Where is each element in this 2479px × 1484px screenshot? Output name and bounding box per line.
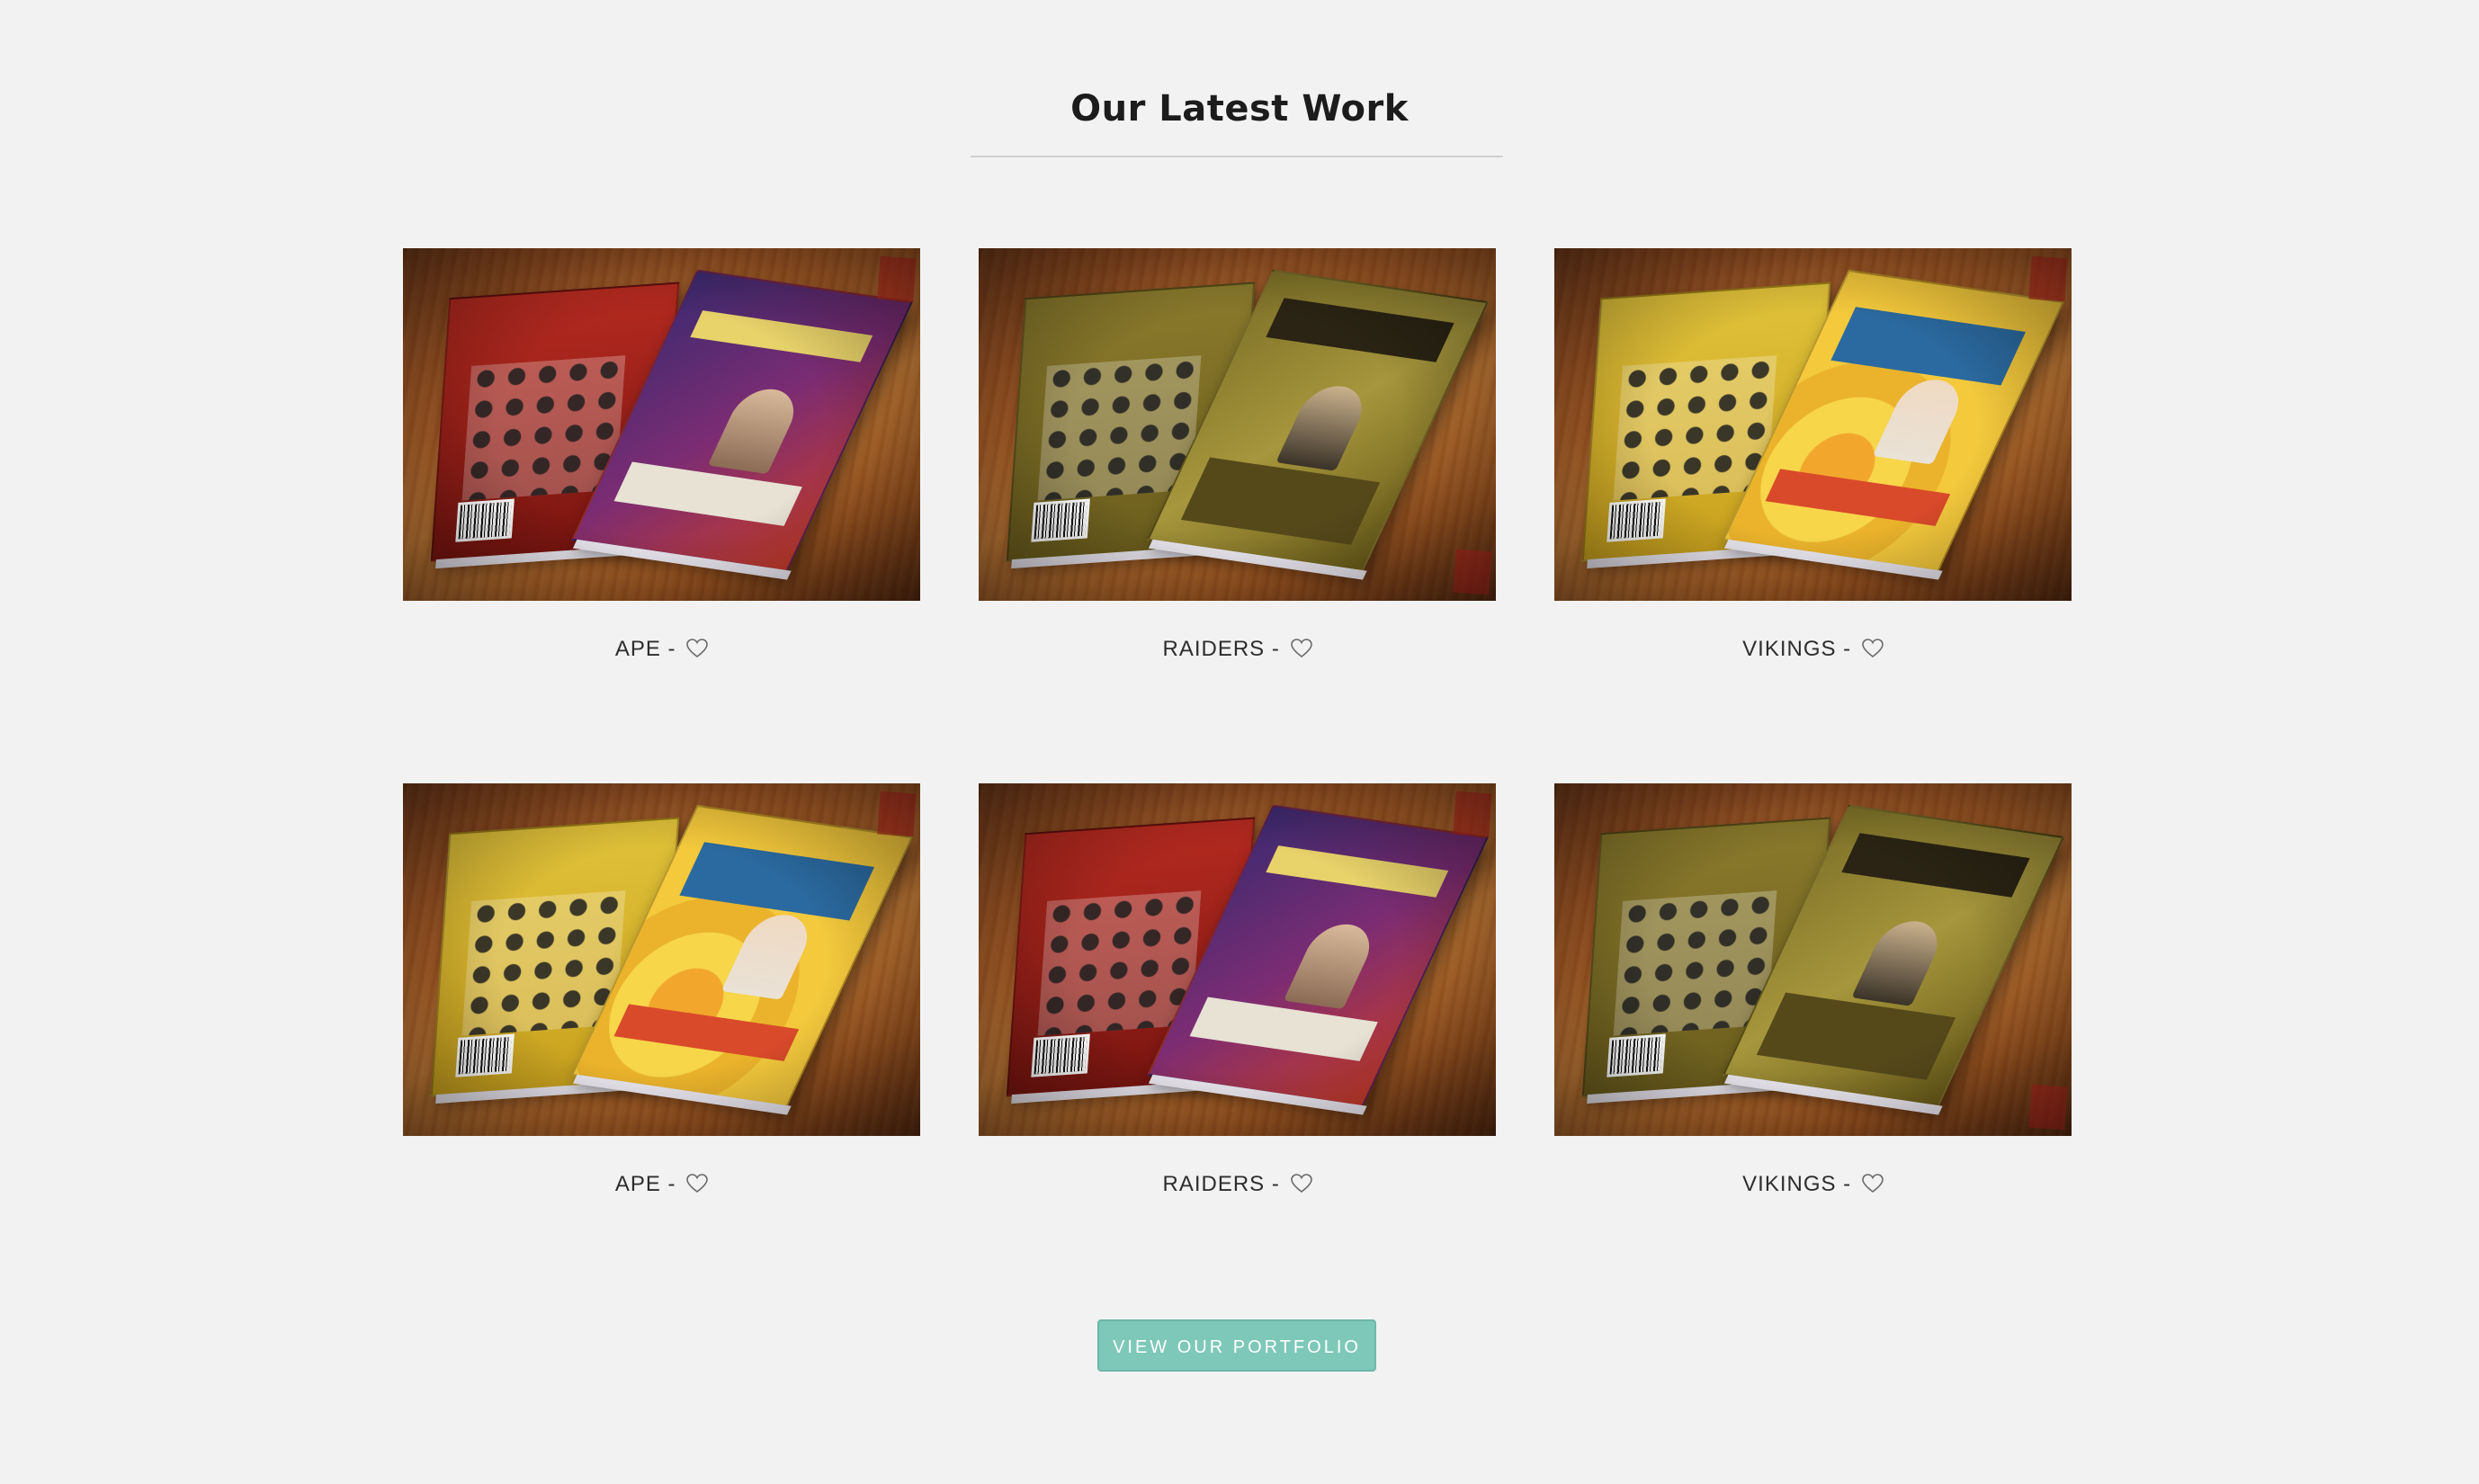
portfolio-caption: RAIDERS - [979,1172,1496,1197]
portfolio-item-name: RAIDERS [1162,1172,1266,1196]
portfolio-thumbnail[interactable] [1554,248,2072,601]
portfolio-item-name: VIKINGS [1742,637,1837,661]
heart-icon[interactable] [1290,639,1312,658]
portfolio-thumbnail[interactable] [403,248,920,601]
portfolio-thumbnail[interactable] [403,783,920,1136]
portfolio-item-name: VIKINGS [1742,1172,1837,1196]
heart-icon[interactable] [686,639,708,658]
portfolio-caption: VIKINGS - [1554,1172,2072,1197]
heart-icon[interactable] [1862,1174,1884,1193]
portfolio-caption: APE - [403,637,920,662]
caption-separator: - [667,1172,676,1196]
portfolio-thumbnail[interactable] [979,248,1496,601]
caption-separator: - [667,637,676,661]
portfolio-item-name: APE [614,1172,661,1196]
portfolio-caption: RAIDERS - [979,637,1496,662]
heart-icon[interactable] [1290,1174,1312,1193]
heart-icon[interactable] [686,1174,708,1193]
heart-icon[interactable] [1862,639,1884,658]
caption-separator: - [1843,1172,1852,1196]
portfolio-item-name: APE [614,637,661,661]
view-portfolio-button[interactable]: VIEW OUR PORTFOLIO [1097,1319,1376,1372]
caption-separator: - [1843,637,1852,661]
caption-separator: - [1271,1172,1280,1196]
portfolio-thumbnail[interactable] [1554,783,2072,1136]
section-title: Our Latest Work [1070,88,1409,130]
portfolio-item-name: RAIDERS [1162,637,1266,661]
title-divider [971,156,1503,157]
caption-separator: - [1271,637,1280,661]
portfolio-thumbnail[interactable] [979,783,1496,1136]
portfolio-caption: APE - [403,1172,920,1197]
portfolio-caption: VIKINGS - [1554,637,2072,662]
